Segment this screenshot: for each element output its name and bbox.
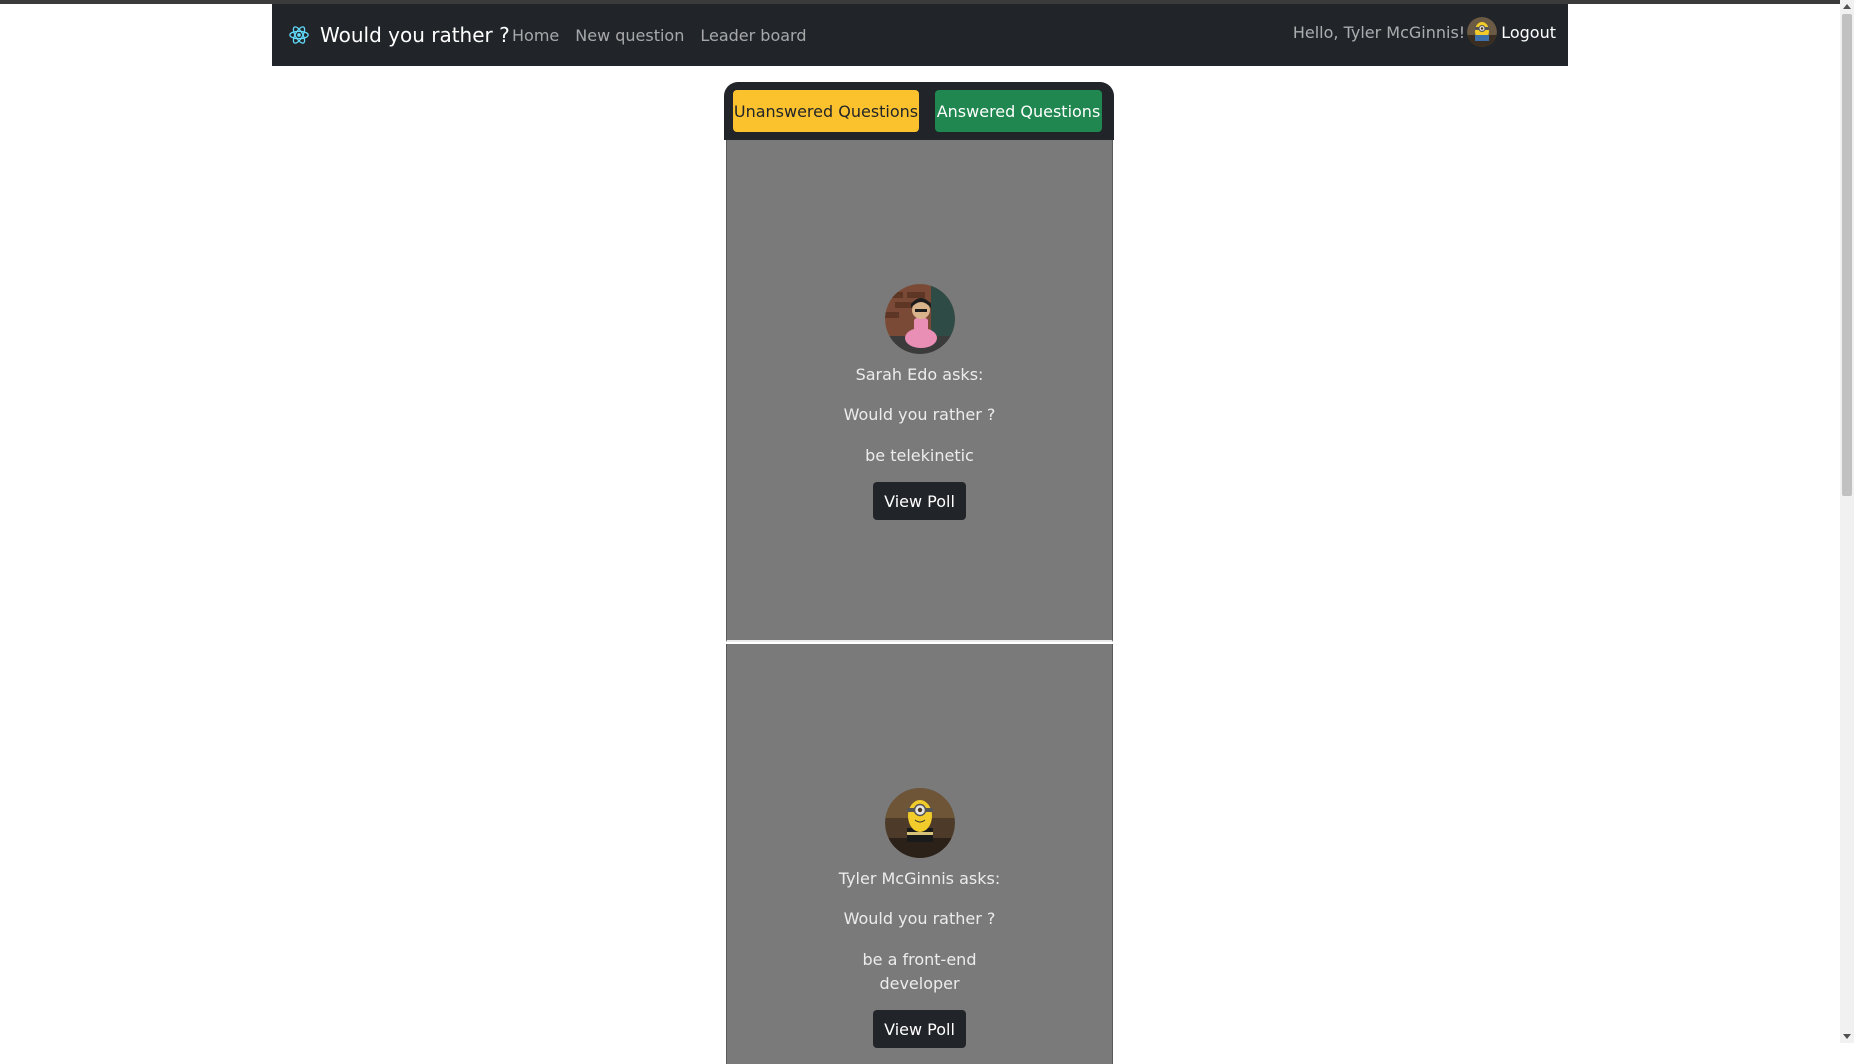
react-atom-icon [289,26,309,44]
asker-name: Sarah Edo asks: [855,365,984,384]
top-navbar: Would you rather ? Home New question Lea… [272,4,1568,66]
brand[interactable]: Would you rather ? [288,4,510,66]
nav-link-leader-board[interactable]: Leader board [700,26,806,45]
asker-avatar [884,284,955,354]
view-poll-button[interactable]: View Poll [873,1010,966,1048]
question-tabs: Unanswered Questions Answered Questions [724,82,1114,140]
user-avatar [1467,17,1498,47]
asker-avatar [884,788,955,858]
scroll-up-arrow-icon[interactable] [1843,4,1851,9]
logout-link[interactable]: Logout [1501,23,1556,42]
brand-title[interactable]: Would you rather ? [320,23,510,47]
question-prompt: Would you rather ? [843,909,996,928]
question-card: Tyler McGinnis asks: Would you rather ? … [726,644,1113,1064]
greeting-text: Hello, Tyler McGinnis! [1292,22,1466,42]
user-area: Hello, Tyler McGinnis! Logout [1293,4,1556,66]
tab-unanswered-questions[interactable]: Unanswered Questions [733,90,919,132]
scroll-down-arrow-icon[interactable] [1843,1034,1851,1039]
question-option: be a front-end developer [862,950,977,993]
tab-answered-questions[interactable]: Answered Questions [935,90,1102,132]
nav-link-new-question[interactable]: New question [575,26,684,45]
view-poll-button[interactable]: View Poll [873,482,966,520]
asker-name: Tyler McGinnis asks: [838,869,1001,888]
scroll-thumb[interactable] [1842,14,1852,496]
question-prompt: Would you rather ? [843,405,996,424]
question-card: Sarah Edo asks: Would you rather ? be te… [726,140,1113,642]
nav-link-home[interactable]: Home [512,26,559,45]
question-option: be telekinetic [865,446,974,465]
nav-links: Home New question Leader board [512,4,823,66]
page-scrollbar[interactable] [1840,0,1854,1043]
